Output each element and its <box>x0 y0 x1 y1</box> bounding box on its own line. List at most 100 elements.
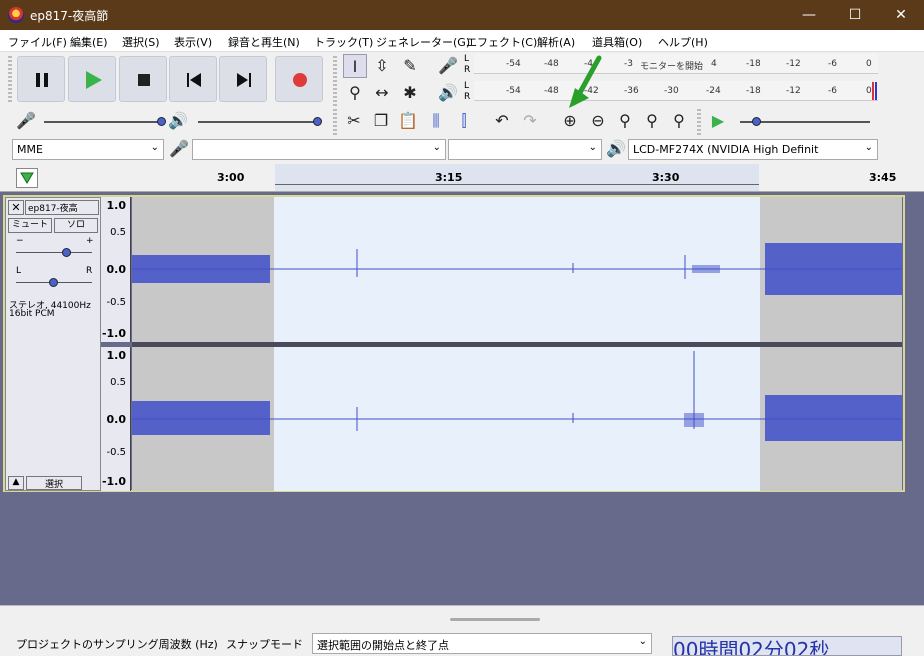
chevron-down-icon: ⌄ <box>588 142 597 153</box>
recording-device-dropdown[interactable]: ⌄ <box>192 139 446 160</box>
fit-project-icon[interactable]: ⚲ <box>640 109 664 133</box>
waveform-right-svg <box>132 347 902 491</box>
recording-channels-dropdown[interactable]: ⌄ <box>448 139 602 160</box>
select-track-button[interactable]: 選択 <box>26 476 82 490</box>
playback-device-speaker-icon: 🔊 <box>606 139 626 158</box>
menu-analyze[interactable]: 解析(A) <box>537 34 575 50</box>
input-volume-mic-icon: 🎤 <box>16 111 36 130</box>
close-button[interactable]: ✕ <box>878 0 924 30</box>
menu-select[interactable]: 選択(S) <box>122 34 160 50</box>
input-volume-knob[interactable] <box>157 117 166 126</box>
undo-icon[interactable]: ↶ <box>490 109 514 133</box>
mute-button[interactable]: ミュート <box>8 218 52 233</box>
ruler-tick-label: 3:00 <box>217 171 245 184</box>
zoom-in-icon[interactable]: ⊕ <box>558 109 582 133</box>
timeshift-tool-icon[interactable]: ↔ <box>370 81 394 105</box>
menu-view[interactable]: 表示(V) <box>174 34 212 50</box>
input-volume-slider[interactable] <box>44 121 162 123</box>
play-speed-knob[interactable] <box>752 117 761 126</box>
title-bar: ep817-夜高節 — ☐ ✕ <box>0 0 924 30</box>
paste-icon[interactable]: 📋 <box>396 109 420 133</box>
play-meter-speaker-icon[interactable]: 🔊 <box>436 81 460 105</box>
play-meter-l: L <box>464 81 470 91</box>
record-button[interactable] <box>275 56 323 102</box>
pause-button[interactable] <box>17 56 65 102</box>
zoom-tool-icon[interactable]: ⚲ <box>343 81 367 105</box>
gain-knob[interactable] <box>62 248 71 257</box>
play-meter-tick: 0 <box>866 86 872 96</box>
record-meter-mic-icon[interactable]: 🎤 <box>436 54 460 78</box>
timeline-options-button[interactable] <box>16 168 38 188</box>
audacity-app-icon <box>8 7 24 23</box>
scale-label: 1.0 <box>106 199 127 212</box>
solo-button[interactable]: ソロ <box>54 218 98 233</box>
menu-generate[interactable]: ジェネレーター(G) <box>376 34 470 50</box>
menu-tracks[interactable]: トラック(T) <box>314 34 373 50</box>
record-meter-tick: -18 <box>746 59 761 69</box>
amplitude-scale-left[interactable]: 1.0 0.5 0.0 -0.5 -1.0 <box>101 197 131 342</box>
audio-host-dropdown[interactable]: MME ⌄ <box>12 139 164 160</box>
record-meter-tick: -54 <box>506 59 521 69</box>
play-speed-grip[interactable] <box>697 109 701 135</box>
audio-host-value: MME <box>17 143 43 156</box>
timeline-ruler[interactable]: 3:00 3:15 3:30 3:45 <box>0 164 924 192</box>
menu-tools[interactable]: 道具箱(O) <box>592 34 642 50</box>
bottom-scroll-thumb[interactable] <box>450 618 540 621</box>
scale-label: 1.0 <box>106 349 127 362</box>
play-button[interactable] <box>68 56 116 102</box>
waveform-channel-right[interactable] <box>132 347 902 491</box>
multi-tool-icon[interactable]: ✱ <box>398 81 422 105</box>
waveform-left-svg <box>132 197 902 342</box>
amplitude-scale-right[interactable]: 1.0 0.5 0.0 -0.5 -1.0 <box>101 347 131 491</box>
ruler-selection-region[interactable] <box>275 164 759 191</box>
output-volume-slider[interactable] <box>198 121 318 123</box>
skip-start-button[interactable] <box>169 56 217 102</box>
selection-tool-icon[interactable]: I <box>343 54 367 78</box>
playback-device-value: LCD-MF274X (NVIDIA High Definit <box>633 143 819 156</box>
record-meter[interactable]: -54 -48 -4 -3 モニターを開始 4 -18 -12 -6 0 <box>474 54 878 74</box>
play-meter-tick: -6 <box>828 86 837 96</box>
gain-slider[interactable] <box>16 252 92 253</box>
zoom-out-icon[interactable]: ⊖ <box>586 109 610 133</box>
cut-icon[interactable]: ✂ <box>342 109 366 133</box>
draw-tool-icon[interactable]: ✎ <box>398 54 422 78</box>
skip-end-button[interactable] <box>219 56 267 102</box>
menu-effect[interactable]: エフェクト(C) <box>466 34 537 50</box>
maximize-button[interactable]: ☐ <box>832 0 878 30</box>
menu-help[interactable]: ヘルプ(H) <box>658 34 708 50</box>
playback-device-dropdown[interactable]: LCD-MF274X (NVIDIA High Definit ⌄ <box>628 139 878 160</box>
menu-transport[interactable]: 録音と再生(N) <box>228 34 300 50</box>
playback-meter[interactable]: -54 -48 -42 -36 -30 -24 -18 -12 -6 0 <box>474 81 878 101</box>
pan-right-label: R <box>86 266 93 276</box>
trim-icon[interactable]: ⫼ <box>424 109 448 133</box>
time-display[interactable]: 00時間02分02秒 <box>672 636 902 656</box>
track-area[interactable]: ✕ ep817-夜高 ミュート ソロ − + L R ステレオ, 44100Hz… <box>0 192 924 618</box>
track-close-icon[interactable]: ✕ <box>8 200 24 215</box>
toolbar: I ⇳ ✎ ⚲ ↔ ✱ 🎤 🔊 L R L R -54 -48 -4 -3 モニ… <box>0 52 924 164</box>
play-at-speed-icon[interactable]: ▶ <box>706 109 730 133</box>
record-meter-tick: -12 <box>786 59 801 69</box>
collapse-track-icon[interactable]: ▲ <box>8 476 24 490</box>
menu-edit[interactable]: 編集(E) <box>70 34 108 50</box>
envelope-tool-icon[interactable]: ⇳ <box>370 54 394 78</box>
fit-selection-icon[interactable]: ⚲ <box>613 109 637 133</box>
stop-button[interactable] <box>119 56 167 102</box>
zoom-toggle-icon[interactable]: ⚲ <box>667 109 691 133</box>
output-volume-knob[interactable] <box>313 117 322 126</box>
silence-icon[interactable]: ⫿ <box>452 109 476 133</box>
redo-icon[interactable]: ↷ <box>518 109 542 133</box>
selection-mode-dropdown[interactable]: 選択範囲の開始点と終了点 ⌄ <box>312 633 652 654</box>
track-name-menu[interactable]: ep817-夜高 <box>25 200 99 215</box>
start-monitoring-label[interactable]: モニターを開始 <box>640 59 703 72</box>
project-rate-label: プロジェクトのサンプリング周波数 (Hz) <box>16 638 218 651</box>
waveform-channel-left[interactable] <box>132 197 902 342</box>
tools-grip[interactable] <box>333 56 337 106</box>
minimize-button[interactable]: — <box>786 0 832 30</box>
copy-icon[interactable]: ❐ <box>369 109 393 133</box>
pan-knob[interactable] <box>49 278 58 287</box>
edit-grip[interactable] <box>333 109 337 135</box>
menu-file[interactable]: ファイル(F) <box>8 34 67 50</box>
play-meter-tick: -12 <box>786 86 801 96</box>
triangle-down-icon <box>20 172 34 184</box>
toolbar-grip[interactable] <box>8 56 12 102</box>
